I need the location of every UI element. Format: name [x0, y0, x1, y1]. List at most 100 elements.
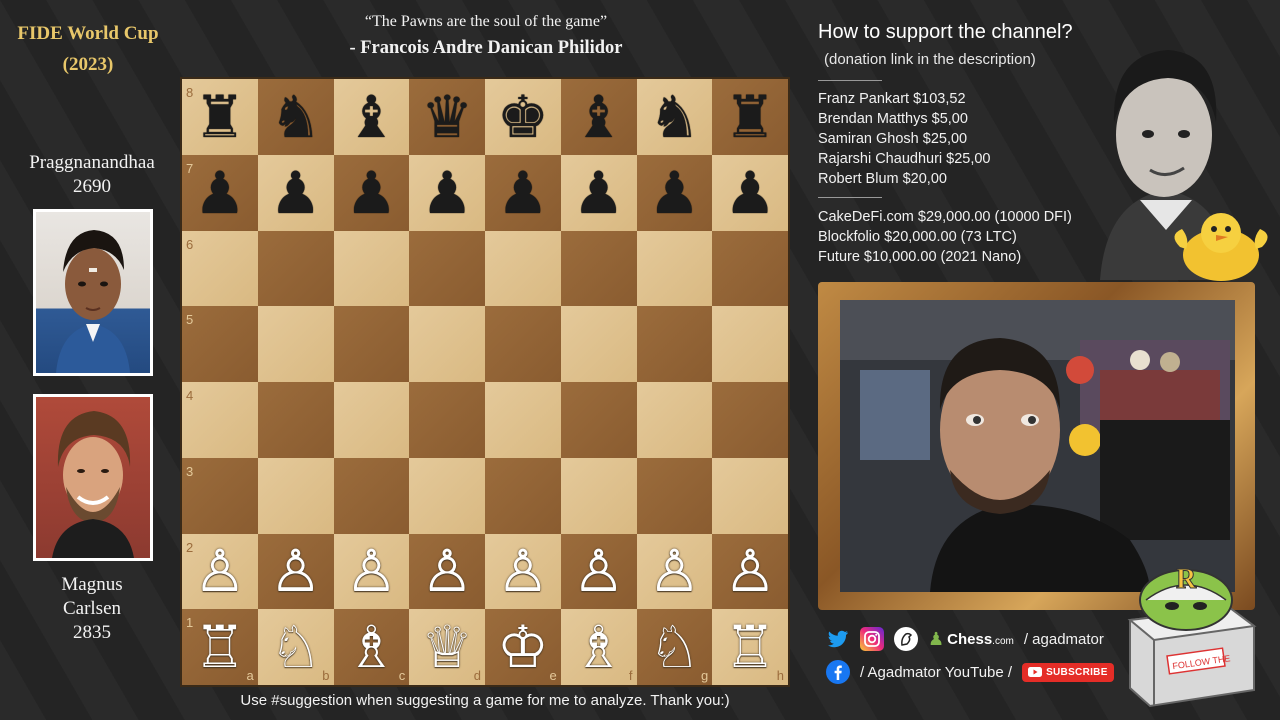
square-a7[interactable]: 7 ♟: [182, 154, 258, 231]
chess-piece[interactable]: ♟: [421, 164, 473, 222]
square-c8[interactable]: ♝: [333, 79, 410, 155]
chess-piece[interactable]: ♜: [194, 88, 246, 146]
square-h2[interactable]: ♙: [712, 533, 788, 610]
chess-piece[interactable]: ♜: [724, 88, 776, 146]
square-g7[interactable]: ♟: [636, 154, 713, 231]
square-e8[interactable]: ♚: [485, 79, 561, 155]
square-f7[interactable]: ♟: [560, 154, 637, 231]
square-g2[interactable]: ♙: [636, 533, 713, 610]
chess-piece[interactable]: ♕: [421, 618, 473, 676]
square-e7[interactable]: ♟: [485, 154, 561, 231]
square-a8[interactable]: 8 ♜: [182, 79, 258, 155]
chess-piece[interactable]: ♘: [648, 618, 700, 676]
square-e1[interactable]: e ♔: [485, 609, 561, 685]
chess-piece[interactable]: ♖: [724, 618, 776, 676]
chess-piece[interactable]: ♞: [648, 88, 700, 146]
chess-piece[interactable]: ♟: [724, 164, 776, 222]
chess-piece[interactable]: ♟: [573, 164, 625, 222]
square-c3[interactable]: [333, 457, 410, 534]
chess-piece[interactable]: ♟: [497, 164, 549, 222]
square-a2[interactable]: 2 ♙: [182, 533, 258, 610]
square-a6[interactable]: 6: [182, 230, 258, 307]
chess-piece[interactable]: ♙: [724, 542, 776, 600]
youtube-link-text[interactable]: / Agadmator YouTube /: [860, 664, 1012, 681]
chess-piece[interactable]: ♙: [345, 542, 397, 600]
chess-piece[interactable]: ♟: [648, 164, 700, 222]
chess-piece[interactable]: ♗: [573, 618, 625, 676]
square-g5[interactable]: [636, 306, 713, 382]
square-c2[interactable]: ♙: [333, 533, 410, 610]
chessboard[interactable]: 8 ♜ ♞ ♝ ♛ ♚ ♝ ♞ ♜ 7 ♟ ♟ ♟ ♟ ♟ ♟ ♟ ♟ 6 5 4 3 2 ♙ ♙ ♙ ♙ ♙ ♙ ♙ ♙ 1 a ♖ b ♘ c ♗ d ♕…: [182, 79, 788, 685]
square-a3[interactable]: 3: [182, 457, 258, 534]
square-b2[interactable]: ♙: [257, 533, 334, 610]
instagram-icon[interactable]: [860, 627, 884, 651]
square-f6[interactable]: [560, 230, 637, 307]
facebook-icon[interactable]: [826, 660, 850, 684]
chess-piece[interactable]: ♘: [270, 618, 322, 676]
square-d4[interactable]: [409, 382, 485, 458]
square-e5[interactable]: [485, 306, 561, 382]
square-g4[interactable]: [636, 382, 713, 458]
chess-piece[interactable]: ♔: [497, 618, 549, 676]
square-h1[interactable]: h ♖: [712, 609, 788, 685]
square-c7[interactable]: ♟: [333, 154, 410, 231]
square-e2[interactable]: ♙: [485, 533, 561, 610]
subscribe-button[interactable]: SUBSCRIBE: [1022, 662, 1114, 682]
lichess-icon[interactable]: [894, 627, 918, 651]
square-d5[interactable]: [409, 306, 485, 382]
square-h8[interactable]: ♜: [712, 79, 788, 155]
chess-piece[interactable]: ♞: [270, 88, 322, 146]
square-d2[interactable]: ♙: [409, 533, 485, 610]
square-d7[interactable]: ♟: [409, 154, 485, 231]
chess-piece[interactable]: ♟: [194, 164, 246, 222]
chesscom-logo[interactable]: ♟ Chess.com: [928, 629, 1014, 650]
chess-piece[interactable]: ♙: [194, 542, 246, 600]
square-f2[interactable]: ♙: [560, 533, 637, 610]
square-d8[interactable]: ♛: [409, 79, 485, 155]
square-g3[interactable]: [636, 457, 713, 534]
square-f1[interactable]: f ♗: [560, 609, 637, 685]
square-c4[interactable]: [333, 382, 410, 458]
square-g1[interactable]: g ♘: [636, 609, 713, 685]
chess-piece[interactable]: ♙: [648, 542, 700, 600]
chess-piece[interactable]: ♗: [345, 618, 397, 676]
square-g8[interactable]: ♞: [636, 79, 713, 155]
square-b5[interactable]: [257, 306, 334, 382]
square-b8[interactable]: ♞: [257, 79, 334, 155]
chess-piece[interactable]: ♛: [421, 88, 473, 146]
square-b4[interactable]: [257, 382, 334, 458]
square-f4[interactable]: [560, 382, 637, 458]
square-c5[interactable]: [333, 306, 410, 382]
square-a4[interactable]: 4: [182, 382, 258, 458]
square-h5[interactable]: [712, 306, 788, 382]
square-e4[interactable]: [485, 382, 561, 458]
square-b3[interactable]: [257, 457, 334, 534]
square-d1[interactable]: d ♕: [409, 609, 485, 685]
square-h7[interactable]: ♟: [712, 154, 788, 231]
square-g6[interactable]: [636, 230, 713, 307]
square-h3[interactable]: [712, 457, 788, 534]
chess-piece[interactable]: ♙: [270, 542, 322, 600]
chess-piece[interactable]: ♝: [345, 88, 397, 146]
square-b1[interactable]: b ♘: [257, 609, 334, 685]
square-c1[interactable]: c ♗: [333, 609, 410, 685]
chess-piece[interactable]: ♟: [345, 164, 397, 222]
chess-piece[interactable]: ♖: [194, 618, 246, 676]
square-c6[interactable]: [333, 230, 410, 307]
square-f8[interactable]: ♝: [560, 79, 637, 155]
square-b7[interactable]: ♟: [257, 154, 334, 231]
chess-piece[interactable]: ♝: [573, 88, 625, 146]
chess-piece[interactable]: ♙: [421, 542, 473, 600]
chess-piece[interactable]: ♙: [573, 542, 625, 600]
square-h4[interactable]: [712, 382, 788, 458]
square-h6[interactable]: [712, 230, 788, 307]
square-f3[interactable]: [560, 457, 637, 534]
chess-piece[interactable]: ♚: [497, 88, 549, 146]
square-a5[interactable]: 5: [182, 306, 258, 382]
square-e3[interactable]: [485, 457, 561, 534]
square-d3[interactable]: [409, 457, 485, 534]
chess-piece[interactable]: ♟: [270, 164, 322, 222]
square-f5[interactable]: [560, 306, 637, 382]
square-e6[interactable]: [485, 230, 561, 307]
chess-piece[interactable]: ♙: [497, 542, 549, 600]
